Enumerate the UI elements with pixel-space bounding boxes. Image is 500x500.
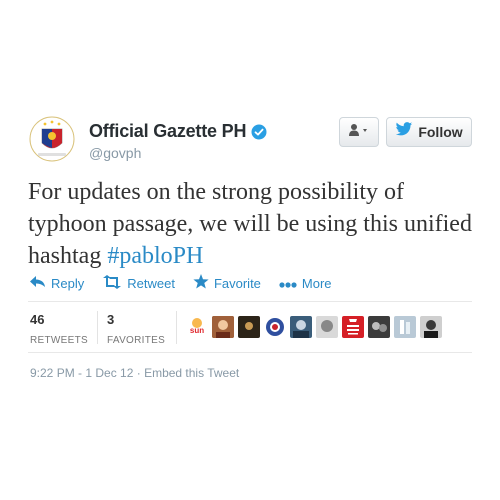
favorites-label: FAVORITES <box>107 335 166 346</box>
follow-label: Follow <box>418 124 463 140</box>
author-name-row[interactable]: Official Gazette PH <box>89 121 267 142</box>
tweet-card: Official Gazette PH @govph Follow For up… <box>0 0 500 500</box>
author-fullname[interactable]: Official Gazette PH <box>89 121 246 142</box>
favorite-button[interactable]: Favorite <box>193 274 261 292</box>
follow-button[interactable]: Follow <box>386 117 472 147</box>
stat-separator <box>176 311 177 344</box>
favorites-stat[interactable]: 3 FAVORITES <box>107 312 165 346</box>
favorites-count: 3 <box>107 312 115 327</box>
user-avatar[interactable] <box>290 316 312 338</box>
divider <box>28 301 472 302</box>
user-actions-button[interactable] <box>339 117 379 147</box>
philippine-seal-icon[interactable] <box>28 115 76 163</box>
user-avatar[interactable] <box>316 316 338 338</box>
author-handle[interactable]: @govph <box>89 145 141 161</box>
timestamp[interactable]: 9:22 PM - 1 Dec 12 <box>30 366 133 380</box>
tweet-meta: 9:22 PM - 1 Dec 12 · Embed this Tweet <box>30 366 239 380</box>
retweets-stat[interactable]: 46 RETWEETS <box>30 312 88 346</box>
tweet-body: For updates on the strong possibility of… <box>28 179 472 269</box>
more-button[interactable]: More <box>279 276 332 291</box>
user-avatar[interactable] <box>212 316 234 338</box>
hashtag-link[interactable]: #pabloPH <box>107 243 203 269</box>
twitter-bird-icon <box>395 122 413 142</box>
reply-button[interactable]: Reply <box>30 275 85 291</box>
face-caption: sun <box>190 326 204 335</box>
retweets-count: 46 <box>30 312 45 327</box>
meta-separator: · <box>133 366 145 380</box>
embed-tweet-link[interactable]: Embed this Tweet <box>144 366 239 380</box>
user-avatar[interactable]: sun <box>186 316 208 338</box>
reply-icon <box>30 275 51 291</box>
user-avatar[interactable] <box>368 316 390 338</box>
favorite-label: Favorite <box>213 275 261 291</box>
tweet-text: For updates on the strong possibility of… <box>28 176 478 272</box>
retweet-icon <box>102 274 127 292</box>
more-label: More <box>301 275 332 291</box>
more-dots-icon <box>279 276 302 291</box>
retweet-button[interactable]: Retweet <box>102 274 175 292</box>
retweets-label: RETWEETS <box>30 335 88 346</box>
user-avatar[interactable] <box>238 316 260 338</box>
retweet-label: Retweet <box>127 275 175 291</box>
user-avatar[interactable] <box>264 316 286 338</box>
star-icon <box>193 274 214 292</box>
verified-badge-icon <box>251 124 267 140</box>
user-faces: sun <box>186 316 446 338</box>
person-icon <box>348 123 370 142</box>
reply-label: Reply <box>51 275 85 291</box>
keep-calm-avatar[interactable] <box>342 316 364 338</box>
stat-separator <box>97 311 98 344</box>
tweet-actions: Reply Retweet Favorite More <box>30 274 350 292</box>
user-avatar[interactable] <box>420 316 442 338</box>
divider <box>28 352 472 353</box>
user-avatar[interactable] <box>394 316 416 338</box>
